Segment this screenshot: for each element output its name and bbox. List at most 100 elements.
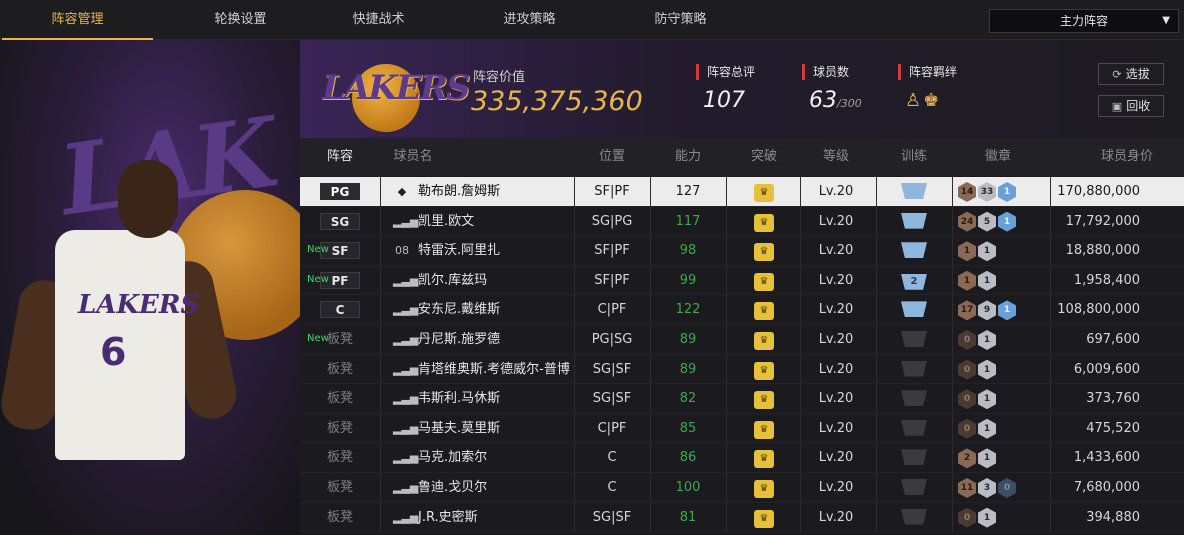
badge-group[interactable]: 11 3 0 — [958, 478, 1016, 498]
player-ability: 127 — [675, 184, 701, 199]
badge-group[interactable]: 11 — [958, 241, 996, 262]
badge-group[interactable]: 01 — [958, 330, 996, 350]
crown-icon[interactable]: ♛ — [754, 243, 774, 262]
col-player-name[interactable]: 球员名 — [388, 138, 438, 176]
player-name[interactable]: 韦斯利.马休斯 — [418, 384, 500, 413]
column-divider — [952, 502, 953, 532]
col-value[interactable]: 球员身价 — [1080, 138, 1174, 176]
table-row[interactable]: 板凳 ▂▃▅ J.R.史密斯 SG|SF 81 ♛ Lv.20 0 1 394,880 — [300, 502, 1184, 533]
player-name[interactable]: 凯里.欧文 — [418, 207, 474, 236]
training-icon[interactable] — [901, 212, 927, 229]
tab-rotation-settings[interactable]: 轮换设置 — [165, 0, 316, 40]
training-icon[interactable] — [901, 360, 927, 377]
badge-group[interactable]: 17 9 1 — [958, 300, 1016, 321]
signal-icon: ▂▃▅ — [393, 362, 419, 376]
table-row[interactable]: SF New 08 特雷沃.阿里扎 SF|PF 98 ♛ Lv.20 1 1 18,880,000 — [300, 236, 1184, 266]
badge-group[interactable]: 24 5 1 — [958, 211, 1016, 232]
lineup-select[interactable]: 主力阵容 ▼ — [989, 9, 1179, 33]
bench-label: 板凳 — [326, 332, 353, 347]
column-divider — [952, 265, 953, 295]
column-divider — [952, 473, 953, 502]
training-cell — [876, 177, 952, 206]
table-row[interactable]: 板凳 ▂▃▅ 马基夫.莫里斯 C|PF 85 ♛ Lv.20 0 1 475,520 — [300, 413, 1184, 444]
table-row[interactable]: 板凳 ▂▃▅ 马克.加索尔 C 86 ♛ Lv.20 2 1 1,433,600 — [300, 443, 1184, 473]
recycle-button[interactable]: ▣ 回收 — [1098, 95, 1164, 117]
signal-icon: ▂▃▅ — [393, 214, 419, 228]
crown-icon[interactable]: ♛ — [754, 420, 774, 439]
select-button[interactable]: ⟳ 选拔 — [1098, 63, 1164, 85]
bond-icons[interactable]: ♙♚ — [905, 90, 941, 111]
player-name[interactable]: 丹尼斯.施罗德 — [418, 325, 500, 354]
player-name[interactable]: 肯塔维奥斯.考德威尔-普博 — [418, 355, 570, 384]
crown-icon[interactable]: ♛ — [754, 332, 774, 350]
player-name[interactable]: 勒布朗.詹姆斯 — [418, 177, 500, 206]
badge-group[interactable]: 01 — [958, 359, 996, 380]
player-name[interactable]: 安东尼.戴维斯 — [418, 295, 500, 324]
crown-icon[interactable]: ♛ — [754, 391, 774, 410]
badge-group[interactable]: 21 — [958, 448, 996, 469]
player-name[interactable]: J.R.史密斯 — [418, 503, 478, 532]
crown-icon[interactable]: ♛ — [754, 272, 774, 291]
badge-icon: 1 — [998, 211, 1016, 232]
col-badges[interactable]: 徽章 — [952, 138, 1044, 176]
breakthrough-cell: ♛ — [726, 266, 802, 295]
player-name[interactable]: 马基夫.莫里斯 — [418, 414, 500, 443]
player-name[interactable]: 鲁迪.戈贝尔 — [418, 473, 487, 502]
player-name[interactable]: 马克.加索尔 — [418, 443, 487, 472]
table-row[interactable]: C ▂▃▅ 安东尼.戴维斯 C|PF 122 ♛ Lv.20 17 9 1 108,800,000 — [300, 295, 1184, 325]
training-icon[interactable] — [901, 301, 927, 318]
col-ability[interactable]: 能力 — [650, 138, 726, 176]
tab-offense-strategy[interactable]: 进攻策略 — [454, 0, 605, 40]
player-name[interactable]: 特雷沃.阿里扎 — [418, 236, 500, 265]
badge-icon: 0 — [958, 389, 976, 410]
player-position: PG|SG — [591, 332, 633, 347]
player-ability: 81 — [679, 509, 697, 525]
badge-group[interactable]: 11 — [958, 270, 996, 291]
crown-icon[interactable]: ♛ — [754, 302, 774, 321]
crown-icon[interactable]: ♛ — [754, 213, 774, 232]
training-icon[interactable] — [901, 508, 927, 525]
breakthrough-cell: ♛ — [726, 325, 802, 354]
training-icon[interactable] — [901, 449, 927, 466]
column-divider — [952, 354, 953, 384]
lineup-slot: C — [320, 295, 360, 324]
player-ability: 89 — [679, 332, 697, 347]
table-row[interactable]: 板凳 ▂▃▅ 韦斯利.马休斯 SG|SF 82 ♛ Lv.20 0 1 373,760 — [300, 384, 1184, 414]
training-icon[interactable] — [901, 183, 927, 199]
table-row[interactable]: PG ◆ 勒布朗.詹姆斯 SF|PF 127 ♛ Lv.20 14 33 1 170,880,000 — [300, 177, 1184, 207]
training-icon[interactable] — [901, 242, 927, 259]
bench-label: 板凳 — [326, 450, 353, 466]
badge-group[interactable]: 01 — [958, 389, 996, 410]
badge-group[interactable]: 01 — [958, 507, 996, 528]
table-row[interactable]: 板凳 ▂▃▅ 鲁迪.戈贝尔 C 100 ♛ Lv.20 11 3 0 7,680,000 — [300, 473, 1184, 503]
crown-icon[interactable]: ♛ — [754, 361, 774, 380]
tab-quick-tactics[interactable]: 快捷战术 — [303, 0, 454, 40]
badge-group[interactable]: 14 33 1 — [958, 182, 1016, 202]
training-icon[interactable] — [901, 479, 927, 495]
crown-icon[interactable]: ♛ — [754, 450, 774, 469]
crown-icon[interactable]: ♛ — [754, 509, 774, 528]
col-position[interactable]: 位置 — [574, 138, 650, 176]
table-row[interactable]: PF New ▂▃▅ 凯尔.库兹玛 SF|PF 99 ♛ Lv.20 2 1 1 1,958,400 — [300, 265, 1184, 296]
training-icon[interactable] — [901, 419, 927, 436]
breakthrough-cell: ♛ — [726, 177, 802, 206]
player-position: SG|PG — [591, 213, 633, 229]
col-level[interactable]: 等级 — [798, 138, 874, 176]
crown-icon[interactable]: ♛ — [754, 480, 774, 498]
badge-group[interactable]: 01 — [958, 418, 996, 439]
player-position: SG|SF — [592, 509, 632, 525]
tab-defense-strategy[interactable]: 防守策略 — [605, 0, 756, 40]
table-row[interactable]: 板凳 New ▂▃▅ 丹尼斯.施罗德 PG|SG 89 ♛ Lv.20 0 1 697,600 — [300, 325, 1184, 355]
training-icon[interactable]: 2 — [901, 273, 927, 290]
player-name[interactable]: 凯尔.库兹玛 — [418, 266, 487, 295]
crown-icon[interactable]: ♛ — [754, 184, 774, 202]
col-lineup[interactable]: 阵容 — [300, 138, 380, 176]
training-icon[interactable] — [901, 390, 927, 407]
tab-lineup-management[interactable]: 阵容管理 — [2, 0, 153, 40]
training-icon[interactable] — [901, 331, 927, 347]
table-row[interactable]: 板凳 ▂▃▅ 肯塔维奥斯.考德威尔-普博 SG|SF 89 ♛ Lv.20 0 1 6,009,6… — [300, 354, 1184, 385]
col-breakthrough[interactable]: 突破 — [726, 138, 802, 176]
table-row[interactable]: SG ▂▃▅ 凯里.欧文 SG|PG 117 ♛ Lv.20 24 5 1 17,792,000 — [300, 206, 1184, 237]
col-training[interactable]: 训练 — [876, 138, 952, 176]
signal-icon: 08 — [395, 244, 409, 258]
